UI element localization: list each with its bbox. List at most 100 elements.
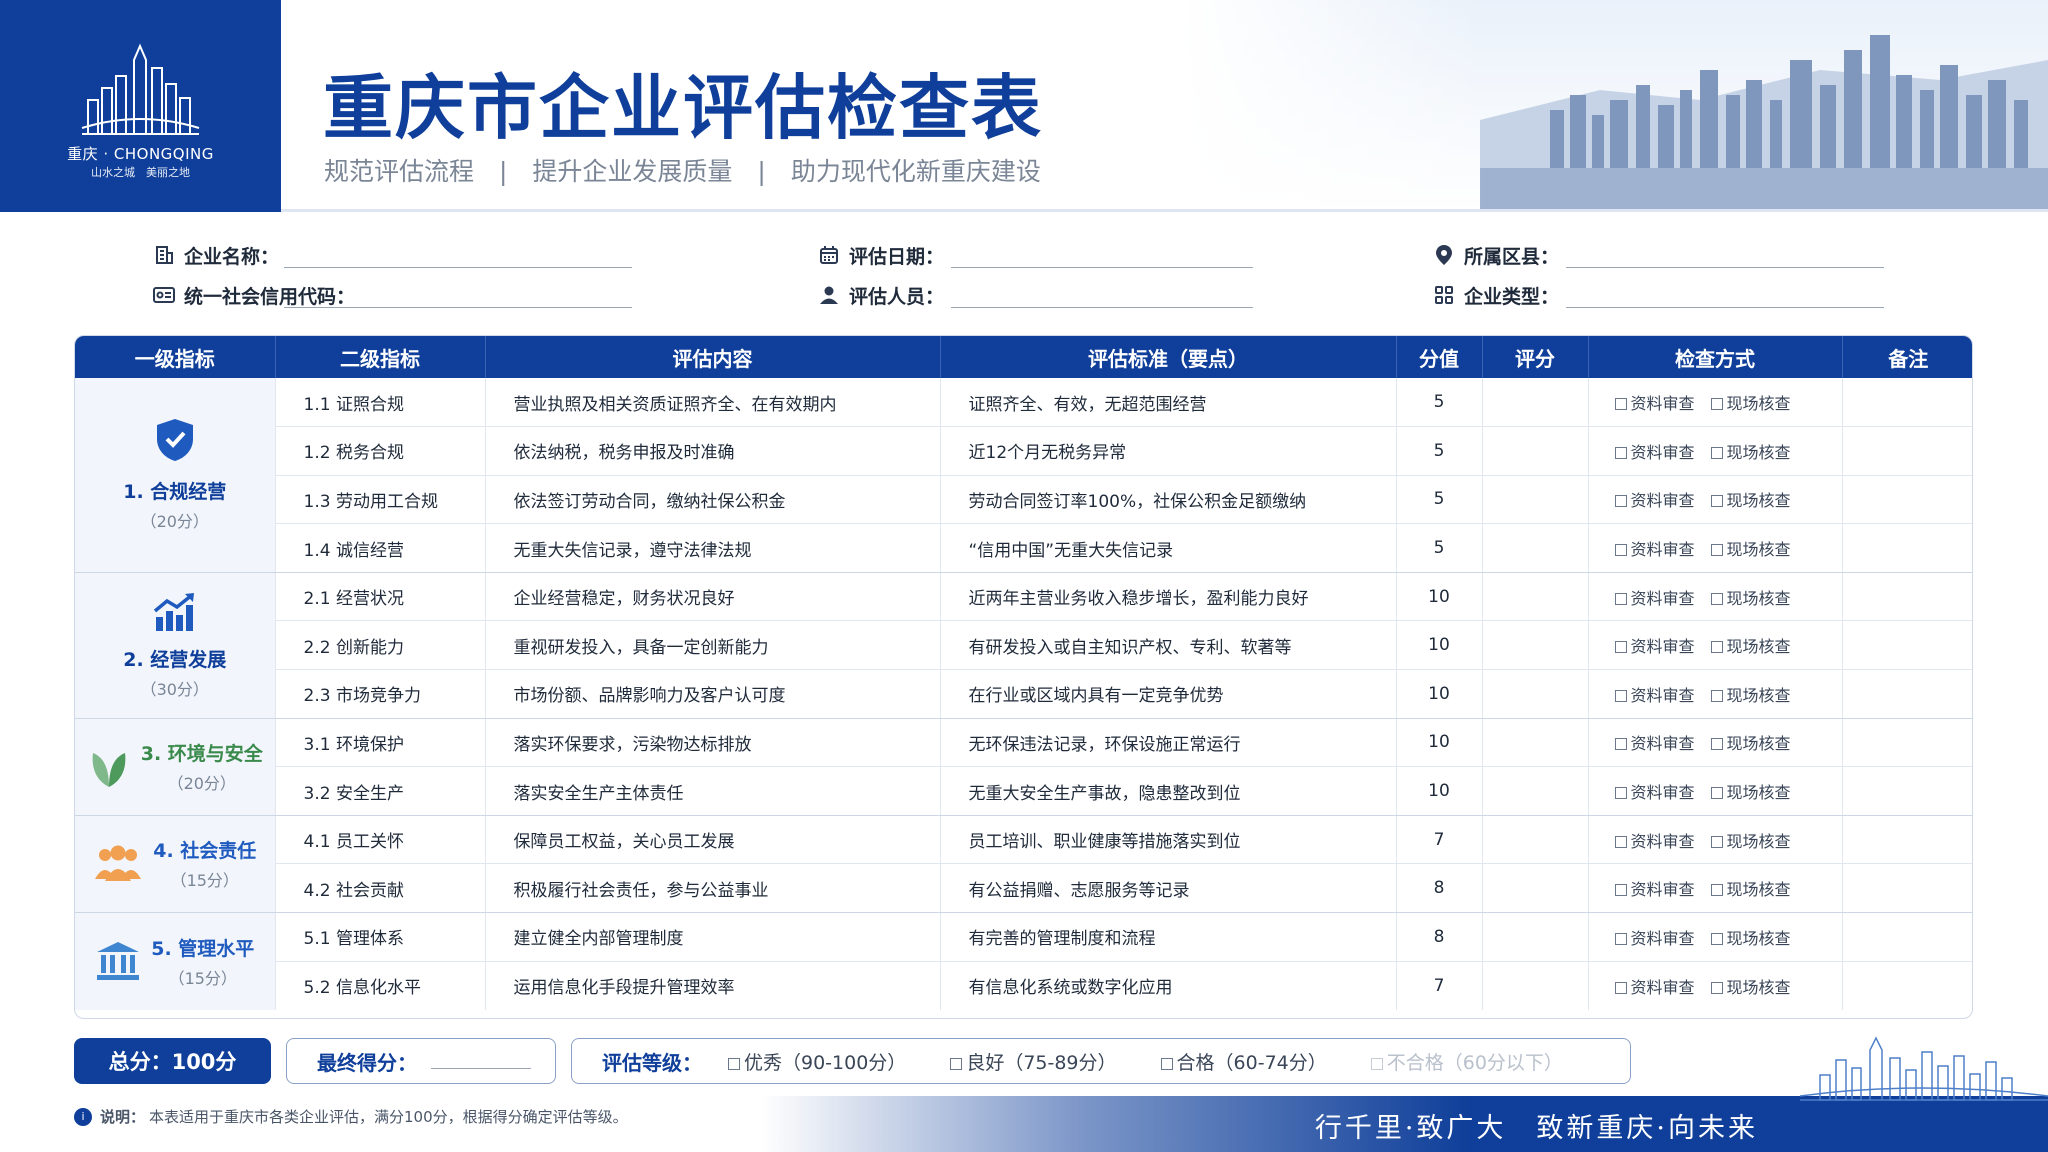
category-cell-management: 5. 管理水平 （15分） <box>75 912 276 1010</box>
doc-review-checkbox[interactable]: 资料审查 <box>1614 589 1695 608</box>
note-cell[interactable] <box>1842 961 1972 1010</box>
note-cell[interactable] <box>1842 718 1972 768</box>
site-check-checkbox[interactable]: 现场核查 <box>1710 637 1791 656</box>
site-check-checkbox[interactable]: 现场核查 <box>1710 394 1791 413</box>
evaluator-field[interactable]: 评估人员： <box>817 280 1253 310</box>
rating-cell[interactable] <box>1482 669 1589 719</box>
note-cell[interactable] <box>1842 523 1972 573</box>
method-cell: 资料审查 现场核查 <box>1588 523 1843 573</box>
sub-indicator: 2.2 创新能力 <box>275 620 486 671</box>
note-label: 说明： <box>100 1108 146 1126</box>
doc-review-checkbox[interactable]: 资料审查 <box>1614 686 1695 705</box>
id-card-icon <box>152 283 176 307</box>
rating-cell[interactable] <box>1482 863 1589 914</box>
grade-option-fail[interactable]: 不合格（60分以下） <box>1370 1048 1563 1075</box>
note-cell[interactable] <box>1842 815 1972 865</box>
eval-content: 营业执照及相关资质证照齐全、在有效期内 <box>485 378 941 428</box>
site-check-checkbox[interactable]: 现场核查 <box>1710 491 1791 510</box>
grade-option-good[interactable]: 良好（75-89分） <box>950 1048 1117 1075</box>
rating-cell[interactable] <box>1482 815 1589 865</box>
site-check-checkbox[interactable]: 现场核查 <box>1710 686 1791 705</box>
score-value: 10 <box>1396 718 1483 768</box>
company-name-line[interactable] <box>284 267 632 268</box>
site-check-checkbox[interactable]: 现场核查 <box>1710 540 1791 559</box>
site-check-checkbox[interactable]: 现场核查 <box>1710 443 1791 462</box>
site-check-checkbox[interactable]: 现场核查 <box>1710 589 1791 608</box>
site-check-checkbox[interactable]: 现场核查 <box>1710 880 1791 899</box>
rating-cell[interactable] <box>1482 378 1589 428</box>
credit-code-field[interactable]: 统一社会信用代码： <box>152 280 632 310</box>
note-cell[interactable] <box>1842 475 1972 525</box>
site-check-checkbox[interactable]: 现场核查 <box>1710 929 1791 948</box>
grid-category-icon <box>1432 283 1456 307</box>
district-field[interactable]: 所属区县： <box>1432 240 1884 270</box>
grade-option-excellent[interactable]: 优秀（90-100分） <box>728 1048 906 1075</box>
category-points: （30分） <box>140 679 209 699</box>
site-check-checkbox[interactable]: 现场核查 <box>1710 734 1791 753</box>
evaluator-label: 评估人员： <box>849 285 945 308</box>
note-cell[interactable] <box>1842 378 1972 428</box>
company-type-line[interactable] <box>1566 307 1884 308</box>
doc-review-checkbox[interactable]: 资料审查 <box>1614 783 1695 802</box>
brand-slogan: 山水之城 美丽之地 <box>91 166 190 179</box>
eval-content: 企业经营稳定，财务状况良好 <box>485 572 941 622</box>
category-points: （20分） <box>140 512 209 532</box>
doc-review-checkbox[interactable]: 资料审查 <box>1614 540 1695 559</box>
evaluator-line[interactable] <box>951 307 1253 308</box>
company-name-field[interactable]: 企业名称： <box>152 240 632 270</box>
grade-selector: 评估等级： 优秀（90-100分） 良好（75-89分） 合格（60-74分） … <box>571 1038 1631 1084</box>
doc-review-checkbox[interactable]: 资料审查 <box>1614 880 1695 899</box>
company-type-field[interactable]: 企业类型： <box>1432 280 1884 310</box>
site-check-checkbox[interactable]: 现场核查 <box>1710 978 1791 997</box>
eval-date-line[interactable] <box>951 267 1253 268</box>
doc-review-checkbox[interactable]: 资料审查 <box>1614 734 1695 753</box>
note-cell[interactable] <box>1842 766 1972 816</box>
note-cell[interactable] <box>1842 572 1972 622</box>
score-value: 10 <box>1396 572 1483 622</box>
people-icon <box>95 845 142 881</box>
sub-indicator: 1.1 证照合规 <box>275 378 486 428</box>
rating-cell[interactable] <box>1482 961 1589 1010</box>
eval-date-field[interactable]: 评估日期： <box>817 240 1253 270</box>
rating-cell[interactable] <box>1482 620 1589 671</box>
rating-cell[interactable] <box>1482 912 1589 962</box>
doc-review-checkbox[interactable]: 资料审查 <box>1614 491 1695 510</box>
note-cell[interactable] <box>1842 912 1972 962</box>
doc-review-checkbox[interactable]: 资料审查 <box>1614 637 1695 656</box>
rating-cell[interactable] <box>1482 718 1589 768</box>
rating-cell[interactable] <box>1482 766 1589 816</box>
grade-option-pass[interactable]: 合格（60-74分） <box>1160 1048 1327 1075</box>
doc-review-checkbox[interactable]: 资料审查 <box>1614 832 1695 851</box>
location-pin-icon <box>1432 243 1456 267</box>
table-row: 5.2 信息化水平 运用信息化手段提升管理效率 有信息化系统或数字化应用 7 资… <box>75 961 1972 1010</box>
col-header-level1: 一级指标 <box>75 336 276 378</box>
method-cell: 资料审查 现场核查 <box>1588 572 1843 622</box>
doc-review-checkbox[interactable]: 资料审查 <box>1614 978 1695 997</box>
note-cell[interactable] <box>1842 426 1972 476</box>
rating-cell[interactable] <box>1482 475 1589 525</box>
final-score-line[interactable] <box>431 1067 531 1069</box>
note-cell[interactable] <box>1842 669 1972 719</box>
site-check-checkbox[interactable]: 现场核查 <box>1710 783 1791 802</box>
score-value: 5 <box>1396 475 1483 525</box>
total-score-badge: 总分：100分 <box>74 1038 271 1084</box>
score-value: 7 <box>1396 815 1483 865</box>
site-check-checkbox[interactable]: 现场核查 <box>1710 832 1791 851</box>
district-line[interactable] <box>1566 267 1884 268</box>
rating-cell[interactable] <box>1482 426 1589 476</box>
category-points: （15分） <box>170 871 239 891</box>
table-row: 1.3 劳动用工合规 依法签订劳动合同，缴纳社保公积金 劳动合同签订率100%，… <box>75 475 1972 525</box>
table-row: 2.3 市场竞争力 市场份额、品牌影响力及客户认可度 在行业或区域内具有一定竞争… <box>75 669 1972 719</box>
category-points: （15分） <box>168 968 237 988</box>
doc-review-checkbox[interactable]: 资料审查 <box>1614 929 1695 948</box>
doc-review-checkbox[interactable]: 资料审查 <box>1614 443 1695 462</box>
calendar-icon <box>817 243 841 267</box>
rating-cell[interactable] <box>1482 572 1589 622</box>
category-name: 5. 管理水平 <box>151 937 255 960</box>
final-score-field[interactable]: 最终得分： <box>286 1038 556 1084</box>
note-cell[interactable] <box>1842 620 1972 671</box>
credit-code-line[interactable] <box>284 307 632 308</box>
doc-review-checkbox[interactable]: 资料审查 <box>1614 394 1695 413</box>
note-cell[interactable] <box>1842 863 1972 914</box>
rating-cell[interactable] <box>1482 523 1589 573</box>
